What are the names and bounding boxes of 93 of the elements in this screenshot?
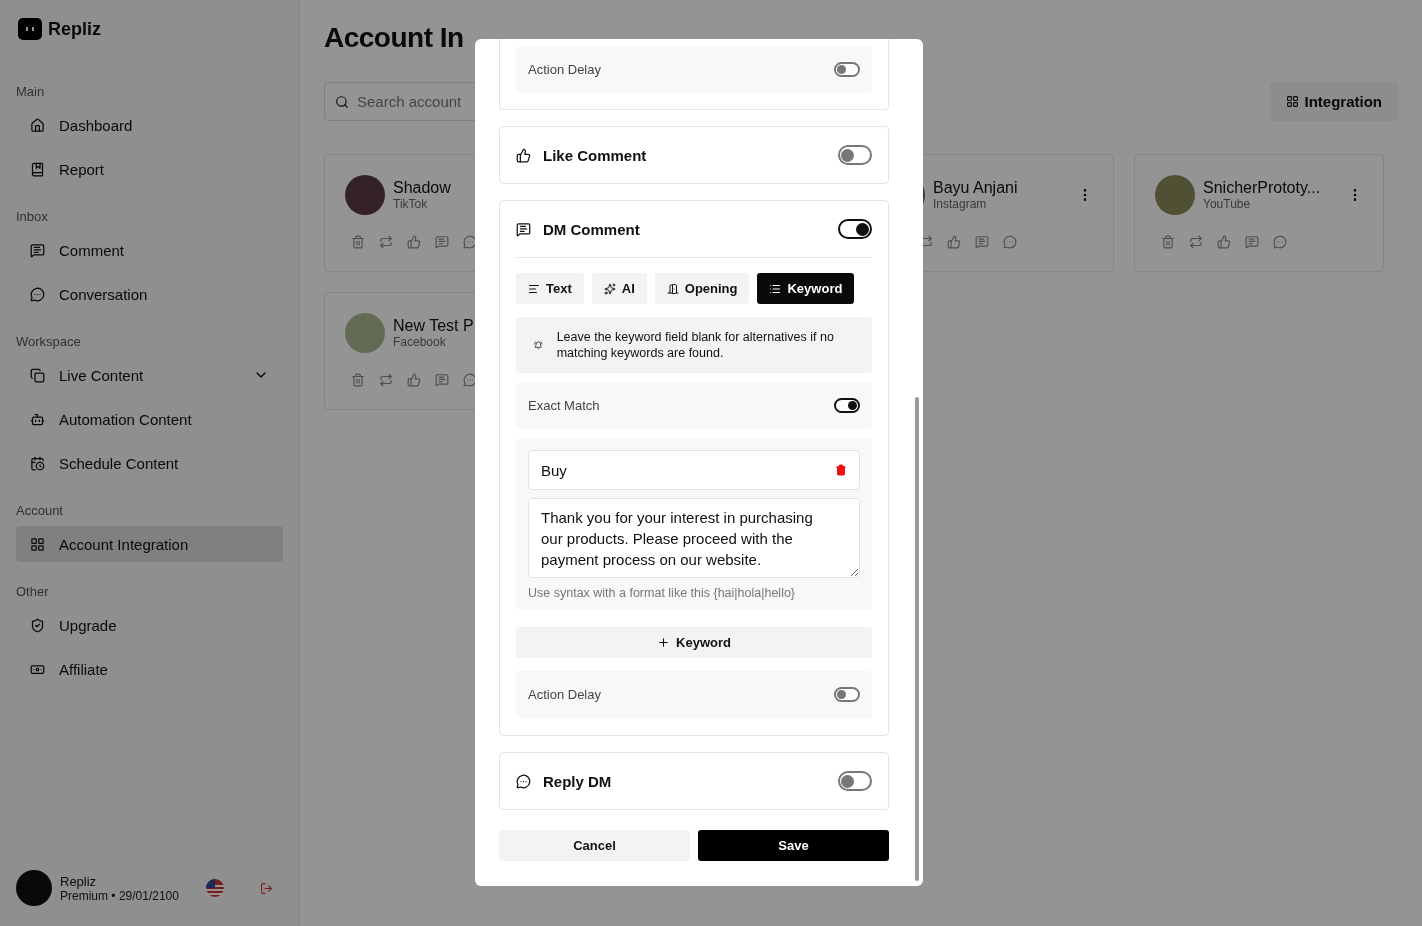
toggle-switch[interactable] [838,219,872,239]
setting-label: Action Delay [528,687,601,702]
reply-textarea[interactable]: Thank you for your interest in purchasing our products. Please proceed with the payment process on our website. [528,498,860,578]
comment-icon[interactable] [1245,235,1259,249]
toggle-switch[interactable] [838,145,872,165]
section-title: Main [16,84,46,99]
tab-icon [528,282,540,295]
nav-icon [30,367,45,383]
user-avatar [16,870,52,906]
nav-icon [30,617,45,633]
delete-icon[interactable] [835,464,847,476]
nav-icon [30,117,45,133]
toggle-switch[interactable] [838,771,872,791]
toggle-switch[interactable] [834,687,860,702]
bell-icon [534,338,543,352]
account-name: SnicherPrototy... [1203,179,1322,197]
integration-button[interactable]: Integration [1269,82,1398,121]
hint-text: Use syntax with a format like this {hai|hola|hello} [528,586,797,600]
scrollbar-thumb[interactable] [915,397,919,881]
search-icon [335,94,349,109]
setting-label: Exact Match [528,398,600,413]
avatar-photo [345,313,385,353]
mode-tab[interactable]: AI [591,273,647,304]
tab-icon [603,282,616,295]
platform-label: YouTube [1203,197,1252,211]
flag-icon[interactable] [206,879,224,897]
section-title: Other [16,584,50,599]
nav-icon [30,242,45,258]
page-title: Account In [324,22,465,54]
mode-tab[interactable]: Opening [654,273,750,304]
sidebar-item[interactable]: Schedule Content [16,445,283,481]
cancel-button[interactable]: Cancel [499,830,690,861]
sidebar-item[interactable]: Affiliate [16,651,283,687]
account-name: New Test P [393,317,475,335]
sidebar-item[interactable]: Automation Content [16,401,283,437]
comment-icon[interactable] [435,373,449,387]
account-name: Bayu Anjani [933,179,1019,197]
trash-icon[interactable] [351,235,365,249]
logo-icon [18,18,42,40]
thumbs-up-icon[interactable] [407,373,421,387]
section-title: DM Comment [543,220,641,238]
tab-icon [666,282,679,295]
add-keyword-button[interactable]: Keyword [516,627,872,658]
grid-icon [1285,95,1299,108]
nav-icon [30,455,45,471]
sidebar-item[interactable]: Comment [16,232,283,268]
platform-label: TikTok [393,197,429,211]
sidebar-item[interactable]: Upgrade [16,607,283,643]
brand-name: Repliz [48,18,101,40]
sidebar-item[interactable]: Dashboard [16,107,283,143]
chat-icon[interactable] [463,235,477,249]
nav-icon [30,411,45,427]
setting-label: Action Delay [528,62,601,77]
comment-icon[interactable] [435,235,449,249]
thumbs-up-icon[interactable] [947,235,961,249]
logout-icon[interactable] [260,881,273,895]
section-title: Inbox [16,209,49,224]
section-title: Like Comment [543,146,648,164]
trash-icon[interactable] [1161,235,1175,249]
section-title: Account [16,503,64,518]
sidebar-item[interactable]: Account Integration [16,526,283,562]
section-icon [516,221,531,237]
nav-icon [30,286,45,302]
chat-icon[interactable] [463,373,477,387]
toggle-switch[interactable] [834,62,860,77]
nav-icon [30,536,45,552]
platform-label: Instagram [933,197,988,211]
note-text: Leave the keyword field blank for alternatives if no matching keywords are found. [556,329,835,361]
nav-icon [30,161,45,177]
sidebar-item[interactable]: Live Content [16,357,283,393]
section-title: Reply DM [543,772,613,790]
account-name: Shadow [393,179,452,197]
section-title: Workspace [16,334,82,349]
platform-label: Facebook [393,335,447,349]
avatar-photo [345,175,385,215]
section-icon [516,147,531,163]
user-name: Repliz [60,873,98,889]
thumbs-up-icon[interactable] [407,235,421,249]
sidebar-item[interactable]: Report [16,151,283,187]
thumbs-up-icon[interactable] [1217,235,1231,249]
mode-tab[interactable]: Text [516,273,584,304]
user-plan: Premium • 29/01/2100 [60,888,180,903]
trash-icon[interactable] [351,373,365,387]
save-button[interactable]: Save [698,830,889,861]
section-icon [516,773,531,789]
avatar-photo [1155,175,1195,215]
mode-tab[interactable]: Keyword [757,273,855,304]
sidebar-item[interactable]: Conversation [16,276,283,312]
toggle-switch[interactable] [834,398,860,413]
comment-icon[interactable] [975,235,989,249]
plus-icon [657,636,671,649]
tab-icon [769,282,782,295]
keyword-field[interactable]: Buy [528,450,860,490]
